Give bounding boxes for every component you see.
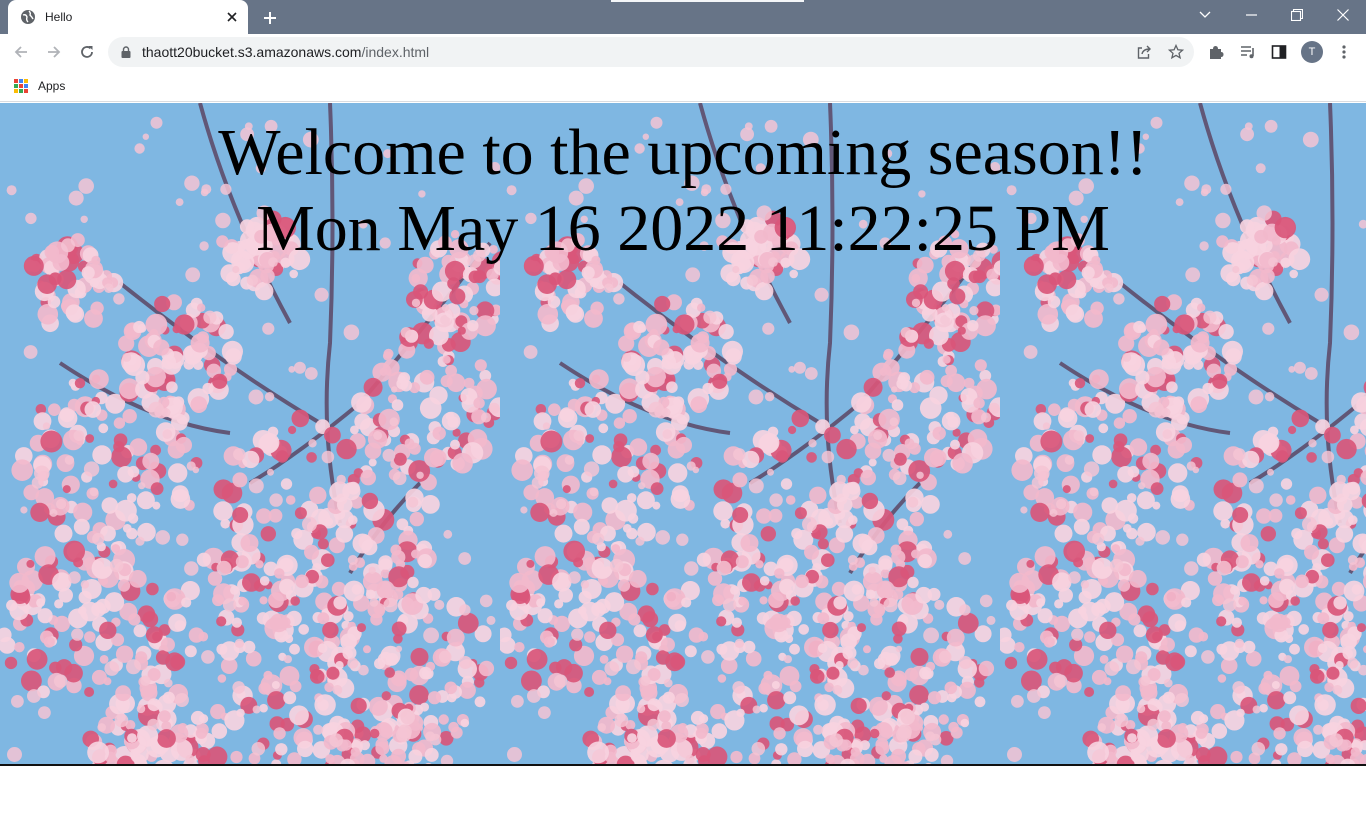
cherry-blossom-background: Welcome to the upcoming season!! Mon May… xyxy=(0,103,1366,766)
browser-title-bar: Hello xyxy=(0,0,1366,34)
profile-avatar[interactable]: T xyxy=(1301,41,1323,63)
forward-arrow-icon[interactable] xyxy=(40,38,68,66)
kebab-menu-icon[interactable] xyxy=(1330,38,1358,66)
bookmark-label: Apps xyxy=(38,79,66,93)
browser-tab[interactable]: Hello xyxy=(8,0,248,34)
side-panel-icon[interactable] xyxy=(1265,38,1293,66)
new-tab-button[interactable] xyxy=(257,5,283,31)
tab-title: Hello xyxy=(45,10,73,24)
restore-button[interactable] xyxy=(1274,0,1320,30)
address-url[interactable]: thaott20bucket.s3.amazonaws.com/index.ht… xyxy=(142,44,1130,60)
url-path: /index.html xyxy=(361,44,430,60)
current-datetime: Mon May 16 2022 11:22:25 PM xyxy=(256,192,1110,265)
back-arrow-icon[interactable] xyxy=(7,38,35,66)
globe-icon xyxy=(20,9,36,25)
tab-search-button[interactable] xyxy=(1182,0,1228,30)
title-bar-highlight xyxy=(611,0,804,2)
star-icon[interactable] xyxy=(1162,38,1190,66)
apps-grid-icon xyxy=(14,79,28,93)
puzzle-icon[interactable] xyxy=(1202,38,1230,66)
minimize-button[interactable] xyxy=(1228,0,1274,30)
reload-icon[interactable] xyxy=(73,38,101,66)
page-heading-block: Welcome to the upcoming season!! Mon May… xyxy=(0,115,1366,267)
lock-icon[interactable] xyxy=(119,45,133,59)
close-tab-icon[interactable] xyxy=(220,5,244,29)
address-bar[interactable]: thaott20bucket.s3.amazonaws.com/index.ht… xyxy=(108,37,1194,67)
browser-toolbar: thaott20bucket.s3.amazonaws.com/index.ht… xyxy=(0,34,1366,70)
bookmark-apps[interactable]: Apps xyxy=(14,76,65,96)
media-queue-icon[interactable] xyxy=(1234,38,1262,66)
close-window-button[interactable] xyxy=(1320,0,1366,30)
page-heading: Welcome to the upcoming season!! xyxy=(218,116,1148,189)
url-host: thaott20bucket.s3.amazonaws.com xyxy=(142,44,362,60)
page-viewport: Welcome to the upcoming season!! Mon May… xyxy=(0,103,1366,830)
share-icon[interactable] xyxy=(1130,38,1158,66)
bookmarks-bar: Apps xyxy=(0,70,1366,102)
